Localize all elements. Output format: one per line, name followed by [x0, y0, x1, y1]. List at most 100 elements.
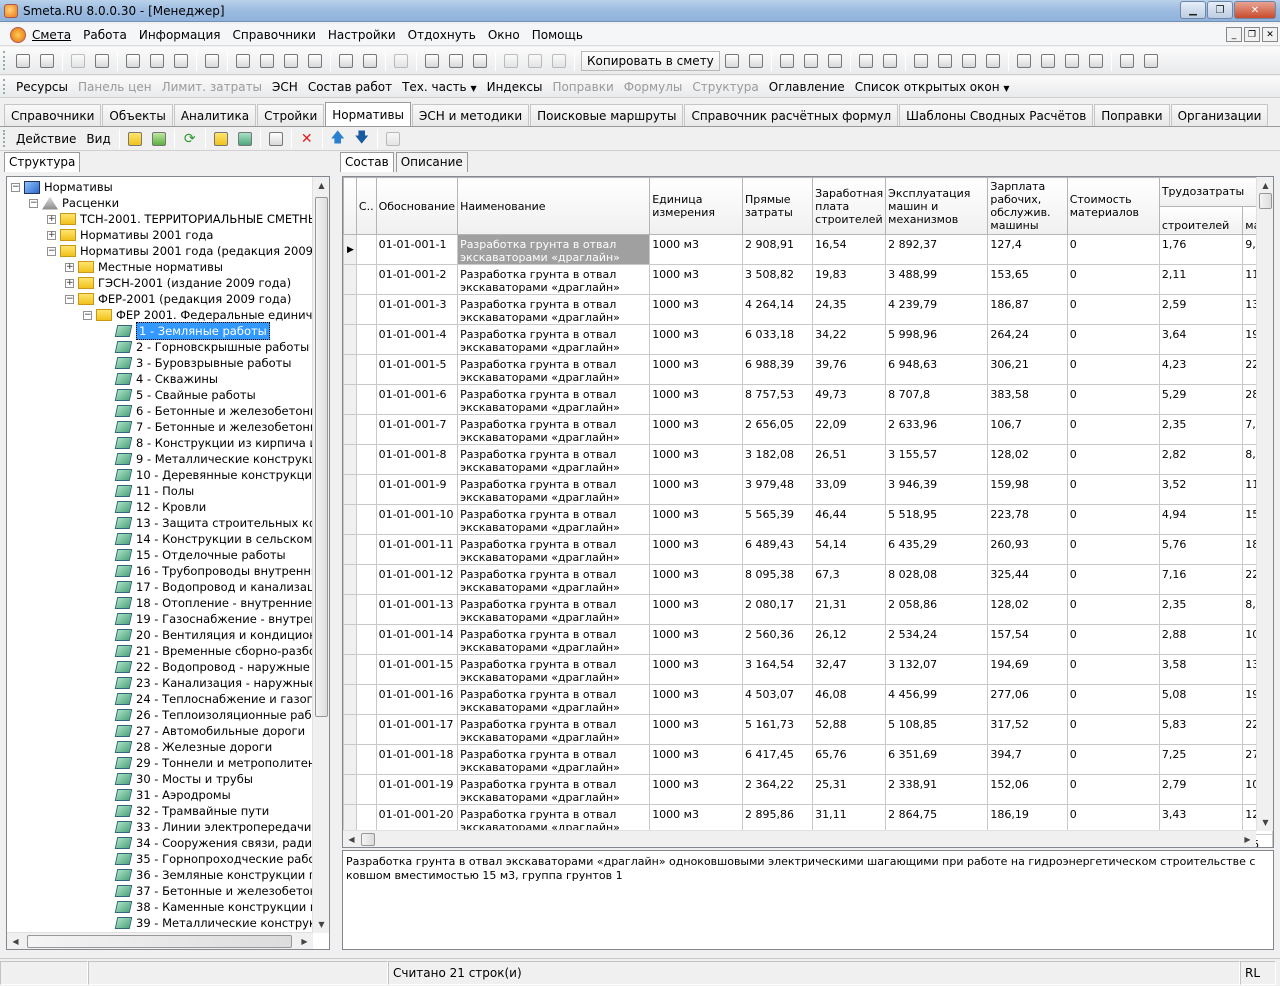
cell-c[interactable] — [355, 684, 377, 715]
cell-code[interactable]: 01-01-001-16 — [375, 684, 459, 715]
cell-code[interactable]: 01-01-001-14 — [375, 624, 459, 655]
cell-machines[interactable]: 5 518,95 — [885, 504, 989, 535]
cell-mat[interactable]: 0 — [1066, 354, 1160, 385]
cell-name[interactable]: Разработка грунта в отвал экскаваторами … — [457, 714, 651, 745]
tree-node[interactable]: 2 - Горновскрышные работы — [103, 339, 309, 355]
cell-mat[interactable]: 0 — [1066, 294, 1160, 325]
cell-mat[interactable]: 0 — [1066, 324, 1160, 355]
col-header-unit[interactable]: Единица измерения — [649, 177, 743, 235]
tb-formulas[interactable]: Формулы — [619, 80, 688, 94]
tree-node[interactable]: 31 - Аэродромы — [103, 787, 231, 803]
tab-esn-metodiki[interactable]: ЭСН и методики — [412, 103, 530, 126]
cell-direct[interactable]: 2 080,17 — [741, 594, 814, 625]
delete-doc-icon[interactable] — [68, 51, 88, 71]
cell-lb[interactable]: 3,64 — [1158, 324, 1244, 355]
indent-2-icon[interactable] — [935, 51, 955, 71]
cell-code[interactable]: 01-01-001-8 — [375, 444, 459, 475]
tree-node[interactable]: 8 - Конструкции из кирпича и бло — [103, 435, 313, 451]
tree-node[interactable]: 20 - Вентиляция и кондиционирова — [103, 627, 313, 643]
cell-op[interactable]: 317,52 — [987, 714, 1068, 745]
cell-unit[interactable]: 1000 м3 — [649, 714, 743, 745]
tab-organizatsii[interactable]: Организации — [1170, 103, 1269, 126]
cell-unit[interactable]: 1000 м3 — [649, 444, 743, 475]
tree-node[interactable]: 26 - Теплоизоляционные работы — [103, 707, 313, 723]
cell-unit[interactable]: 1000 м3 — [649, 264, 743, 295]
menu-smeta[interactable]: Смета — [26, 24, 77, 46]
cell-mat[interactable]: 0 — [1066, 474, 1160, 505]
cell-direct[interactable]: 2 908,91 — [741, 234, 814, 265]
structure-4-icon[interactable] — [305, 51, 325, 71]
cell-op[interactable]: 383,58 — [987, 384, 1068, 415]
cell-op[interactable]: 194,69 — [987, 654, 1068, 685]
table-row[interactable]: 01-01-001-6 Разработка грунта в отвал экс… — [343, 384, 1273, 415]
cell-mat[interactable]: 0 — [1066, 444, 1160, 475]
tab-stroyki[interactable]: Стройки — [257, 103, 325, 126]
col-header-materials[interactable]: Стоимость материалов — [1066, 177, 1160, 235]
cell-op[interactable]: 127,4 — [987, 234, 1068, 265]
cell-op[interactable]: 153,65 — [987, 264, 1068, 295]
tree-node[interactable]: 13 - Защита строительных констр — [103, 515, 313, 531]
row-move-icon[interactable] — [470, 51, 490, 71]
scroll-down-icon[interactable]: ▼ — [1257, 814, 1273, 831]
tree-node[interactable]: 12 - Кровли — [103, 499, 206, 515]
cell-direct[interactable]: 3 164,54 — [741, 654, 814, 685]
cell-c[interactable] — [355, 744, 377, 775]
cell-name[interactable]: Разработка грунта в отвал экскаваторами … — [457, 384, 651, 415]
cell-machines[interactable]: 2 892,37 — [885, 234, 989, 265]
cell-mat[interactable]: 0 — [1066, 564, 1160, 595]
mdi-minimize-button[interactable]: _ — [1226, 27, 1242, 42]
format-2-icon[interactable] — [801, 51, 821, 71]
tree-add-child-icon[interactable] — [37, 51, 57, 71]
cell-c[interactable] — [355, 264, 377, 295]
cell-mat[interactable]: 0 — [1066, 594, 1160, 625]
tree-node[interactable]: 4 - Скважины — [103, 371, 218, 387]
table-row[interactable]: 01-01-001-2 Разработка грунта в отвал экс… — [343, 264, 1273, 295]
cell-code[interactable]: 01-01-001-15 — [375, 654, 459, 685]
table-row[interactable]: 01-01-001-10 Разработка грунта в отвал эк… — [343, 504, 1273, 535]
tb-indices[interactable]: Индексы — [482, 80, 548, 94]
menu-spravochniki[interactable]: Справочники — [227, 24, 322, 46]
indent-3-icon[interactable] — [959, 51, 979, 71]
expand-icon[interactable]: + — [47, 230, 56, 240]
cell-name[interactable]: Разработка грунта в отвал экскаваторами … — [457, 564, 651, 595]
cell-lb[interactable]: 1,76 — [1158, 234, 1244, 265]
cell-direct[interactable]: 5 565,39 — [741, 504, 814, 535]
cell-lb[interactable]: 3,52 — [1158, 474, 1244, 505]
cell-unit[interactable]: 1000 м3 — [649, 624, 743, 655]
cell-name[interactable]: Разработка грунта в отвал экскаваторами … — [457, 444, 651, 475]
tab-formulas-ref[interactable]: Справочник расчётных формул — [684, 103, 899, 126]
cell-unit[interactable]: 1000 м3 — [649, 354, 743, 385]
format-3-icon[interactable] — [825, 51, 845, 71]
row-indicator[interactable] — [343, 264, 357, 295]
tree-node[interactable]: 22 - Водопровод - наружные сети — [103, 659, 313, 675]
tab-normativy[interactable]: Нормативы — [325, 101, 412, 126]
cell-c[interactable] — [355, 294, 377, 325]
cell-machines[interactable]: 3 155,57 — [885, 444, 989, 475]
col-header-c[interactable]: С.. — [355, 177, 377, 235]
cell-wages[interactable]: 16,54 — [812, 234, 887, 265]
minimize-button[interactable]: ▁ — [1180, 1, 1206, 19]
tb-structure[interactable]: Структура — [687, 80, 763, 94]
row-indicator[interactable] — [343, 444, 357, 475]
cell-wages[interactable]: 39,76 — [812, 354, 887, 385]
cell-code[interactable]: 01-01-001-2 — [375, 264, 459, 295]
menu-okno[interactable]: Окно — [482, 24, 526, 46]
cell-unit[interactable]: 1000 м3 — [649, 294, 743, 325]
cell-mat[interactable]: 0 — [1066, 654, 1160, 685]
cut-icon[interactable] — [501, 51, 521, 71]
cell-direct[interactable]: 2 656,05 — [741, 414, 814, 445]
collapse-icon[interactable]: − — [11, 182, 20, 192]
cell-name[interactable]: Разработка грунта в отвал экскаваторами … — [457, 294, 651, 325]
cell-c[interactable] — [355, 654, 377, 685]
grid-hscroll-thumb[interactable] — [361, 833, 375, 846]
structure-1-icon[interactable] — [233, 51, 253, 71]
cell-machines[interactable]: 4 456,99 — [885, 684, 989, 715]
folder-up-icon[interactable] — [125, 129, 145, 149]
cell-c[interactable] — [355, 714, 377, 745]
tree-node[interactable]: 16 - Трубопроводы внутренние — [103, 563, 313, 579]
row-indicator[interactable] — [343, 744, 357, 775]
cell-wages[interactable]: 26,51 — [812, 444, 887, 475]
cell-lb[interactable]: 2,59 — [1158, 294, 1244, 325]
tree-node[interactable]: + Местные нормативы — [65, 259, 223, 275]
refresh-icon[interactable] — [147, 51, 167, 71]
